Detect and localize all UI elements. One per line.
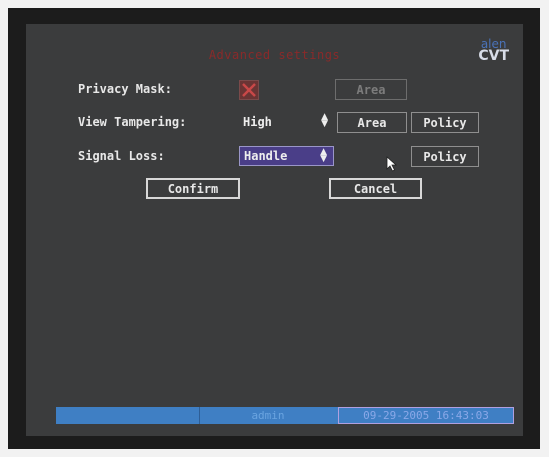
view-tampering-value: High: [243, 115, 272, 129]
privacy-mask-area-button[interactable]: Area: [335, 79, 407, 100]
view-tampering-policy-button[interactable]: Policy: [411, 112, 479, 133]
status-bar-left-segment: [56, 407, 200, 424]
status-user: admin: [251, 409, 285, 422]
signal-loss-policy-button[interactable]: Policy: [411, 146, 479, 167]
mouse-cursor-icon: [386, 156, 398, 172]
view-tampering-label: View Tampering:: [78, 115, 187, 129]
signal-loss-value: Handle: [244, 149, 288, 163]
x-mark-icon: [242, 83, 256, 97]
view-tampering-select[interactable]: High ▲ ▼: [239, 112, 334, 132]
up-down-arrows-icon: ▲ ▼: [320, 147, 327, 164]
signal-loss-label: Signal Loss:: [78, 149, 165, 163]
status-bar: admin 09-29-2005 16:43:03: [56, 407, 514, 424]
privacy-mask-label: Privacy Mask:: [78, 82, 172, 96]
logo-bottom-text: CVT: [478, 48, 509, 64]
status-datetime: 09-29-2005 16:43:03: [338, 407, 514, 424]
brand-logo: alen CVT: [478, 38, 509, 64]
view-tampering-area-button[interactable]: Area: [337, 112, 407, 133]
signal-loss-select[interactable]: Handle ▲ ▼: [239, 146, 334, 166]
dialog-title: Advanced settings: [208, 48, 341, 62]
up-down-arrows-icon: ▲ ▼: [321, 112, 328, 129]
confirm-button[interactable]: Confirm: [146, 178, 240, 199]
advanced-settings-screen: Advanced settings alen CVT Privacy Mask:…: [26, 24, 523, 436]
cancel-button[interactable]: Cancel: [329, 178, 422, 199]
privacy-mask-checkbox[interactable]: [239, 80, 259, 100]
